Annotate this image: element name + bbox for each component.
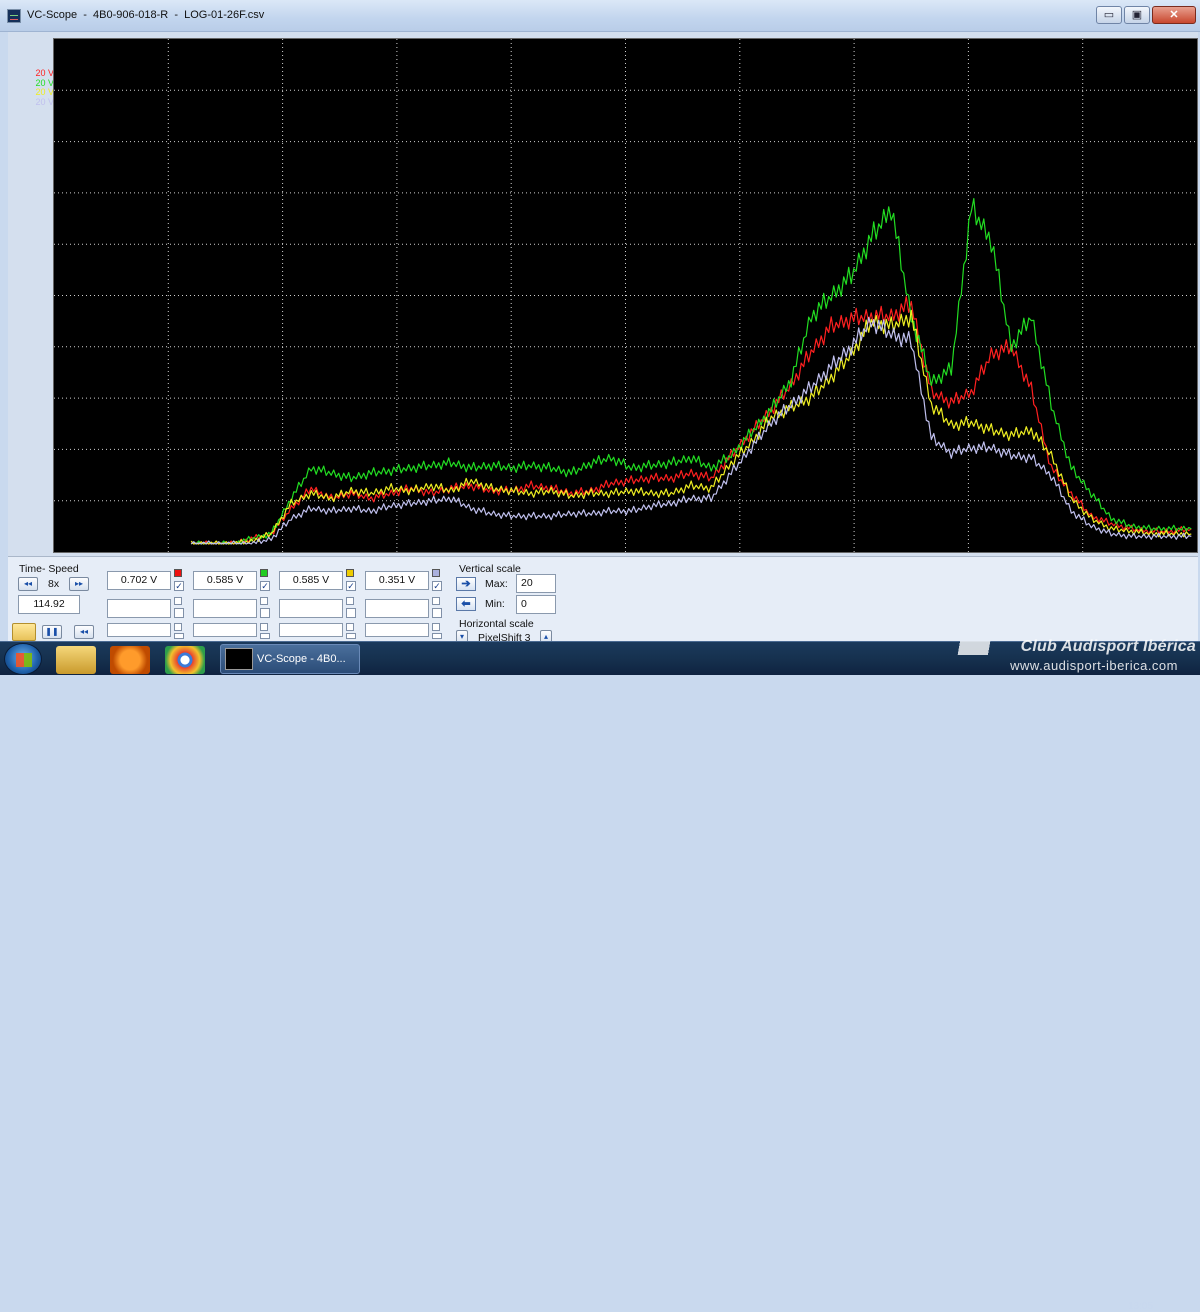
channel-4-extra-field[interactable] (365, 599, 429, 618)
time-speed-label: Time- Speed (19, 563, 79, 575)
scope-area: 20 V 20 V 20 V 20 V (8, 32, 1198, 556)
watermark-url: www.audisport-iberica.com (1010, 658, 1178, 673)
channel-3-value: 0.585 V (279, 571, 343, 590)
channel-scale-labels: 20 V 20 V 20 V 20 V (28, 68, 54, 107)
channel-1-value: 0.702 V (107, 571, 171, 590)
max-input[interactable]: 20 (516, 574, 556, 593)
channel-3-checkbox[interactable]: ✓ (346, 581, 356, 591)
channel-4-extra-swatch[interactable] (432, 597, 440, 605)
channel-4-extra-checkbox-2[interactable] (432, 633, 442, 639)
task-label: VC-Scope - 4B0... (257, 653, 346, 665)
channel-3-extra-checkbox-2[interactable] (346, 633, 356, 639)
watermark-title: Club Audisport Ibérica (1020, 638, 1196, 655)
start-button[interactable] (4, 643, 42, 675)
channel-4-color-swatch[interactable] (432, 569, 440, 577)
min-label: Min: (485, 598, 505, 610)
channel-2-extra-checkbox[interactable] (260, 608, 270, 618)
scale-up-arrow-icon[interactable]: ➔ (456, 577, 476, 591)
trace-channel-4 (190, 316, 1192, 545)
close-button[interactable]: ✕ (1152, 6, 1196, 24)
channel-1-extra-swatch[interactable] (174, 597, 182, 605)
channel-3-extra-swatch[interactable] (346, 597, 354, 605)
scope-plot[interactable] (53, 38, 1198, 553)
channel-2-color-swatch[interactable] (260, 569, 268, 577)
channel-1-extra-field[interactable] (107, 599, 171, 618)
step-back-button[interactable]: ◂◂ (74, 625, 94, 639)
maximize-button[interactable]: ▣ (1124, 6, 1150, 24)
channel-1-checkbox[interactable]: ✓ (174, 581, 184, 591)
max-label: Max: (485, 578, 508, 590)
channel-2-extra-swatch-2[interactable] (260, 623, 268, 631)
channel-3-extra-field[interactable] (279, 599, 343, 618)
horizontal-scale-label: Horizontal scale (459, 618, 534, 630)
title-bar: VC-Scope - 4B0-906-018-R - LOG-01-26F.cs… (0, 0, 1200, 32)
pause-button[interactable]: ❚❚ (42, 625, 62, 639)
scale-down-arrow-icon[interactable]: ⬅ (456, 597, 476, 611)
minimize-button[interactable]: ▭ (1096, 6, 1122, 24)
fast-forward-button[interactable]: ▸▸ (69, 577, 89, 591)
channel-2-extra-field-2[interactable] (193, 623, 257, 637)
channel-2-value: 0.585 V (193, 571, 257, 590)
channel-1-extra-checkbox-2[interactable] (174, 633, 184, 639)
channel-4-scale-label: 20 V (35, 96, 54, 107)
window-controls: ▭ ▣ ✕ (1096, 6, 1196, 24)
clock: 13:05 (1128, 1301, 1154, 1312)
channel-1-extra-field-2[interactable] (107, 623, 171, 637)
channel-1-extra-swatch-2[interactable] (174, 623, 182, 631)
channel-3-color-swatch[interactable] (346, 569, 354, 577)
channel-1-extra-checkbox[interactable] (174, 608, 184, 618)
channel-4-value: 0.351 V (365, 571, 429, 590)
trace-channel-1 (190, 296, 1192, 545)
time-value-field[interactable]: 114.92 (18, 595, 80, 614)
channel-3-extra-checkbox[interactable] (346, 608, 356, 618)
watermark-logo (950, 641, 998, 655)
speed-value: 8x (48, 578, 60, 590)
media-player-icon[interactable] (110, 646, 150, 674)
vertical-scale-label: Vertical scale (459, 563, 521, 575)
channel-2-checkbox[interactable]: ✓ (260, 581, 270, 591)
control-panel: Time- Speed ◂◂ 8x ▸▸ 114.92 ❚❚ ◂◂ 0.702 … (8, 556, 1198, 644)
channel-2-extra-checkbox-2[interactable] (260, 633, 270, 639)
channel-4-extra-field-2[interactable] (365, 623, 429, 637)
open-folder-icon[interactable] (12, 623, 36, 641)
app-icon (7, 9, 21, 23)
channel-4-extra-swatch-2[interactable] (432, 623, 440, 631)
min-input[interactable]: 0 (516, 595, 556, 614)
channel-3-extra-swatch-2[interactable] (346, 623, 354, 631)
chrome-icon[interactable] (165, 646, 205, 674)
explorer-icon[interactable] (56, 646, 96, 674)
rewind-button[interactable]: ◂◂ (18, 577, 38, 591)
scope-chart (54, 39, 1197, 552)
channel-2-extra-swatch[interactable] (260, 597, 268, 605)
channel-3-extra-field-2[interactable] (279, 623, 343, 637)
window-title: VC-Scope - 4B0-906-018-R - LOG-01-26F.cs… (27, 9, 265, 21)
vcscope-thumbnail-icon (225, 648, 253, 670)
channel-2-extra-field[interactable] (193, 599, 257, 618)
channel-4-extra-checkbox[interactable] (432, 608, 442, 618)
channel-4-checkbox[interactable]: ✓ (432, 581, 442, 591)
channel-1-color-swatch[interactable] (174, 569, 182, 577)
vcscope-task-button[interactable]: VC-Scope - 4B0... (220, 644, 360, 674)
